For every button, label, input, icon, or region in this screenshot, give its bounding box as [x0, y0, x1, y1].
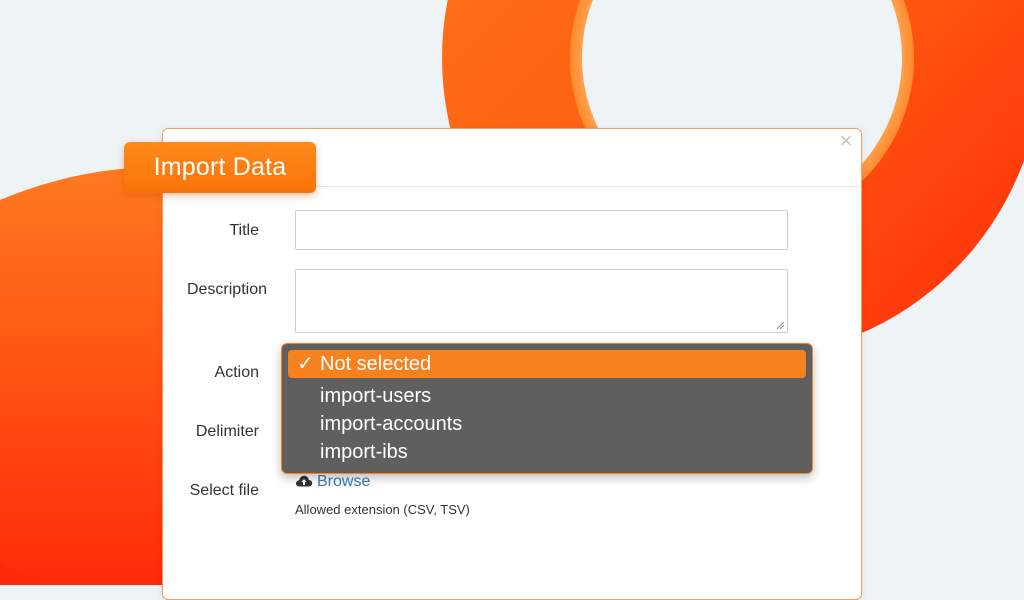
dropdown-option-import-accounts[interactable]: import-accounts — [288, 410, 806, 438]
option-label: Not selected — [320, 353, 432, 375]
title-label: Title — [229, 222, 259, 239]
description-textarea[interactable] — [295, 269, 788, 333]
allowed-extension-text: Allowed extension (CSV, TSV) — [295, 502, 470, 517]
option-label: import-accounts — [320, 413, 463, 435]
title-input[interactable] — [295, 210, 788, 250]
browse-button[interactable]: Browse — [295, 472, 370, 492]
action-dropdown-menu[interactable]: ✓ Not selected import-users import-accou… — [281, 343, 813, 474]
dropdown-option-import-ibs[interactable]: import-ibs — [288, 438, 806, 466]
dropdown-option-import-users[interactable]: import-users — [288, 382, 806, 410]
option-label: import-ibs — [320, 441, 408, 463]
dialog-title: Import Data — [124, 142, 316, 193]
close-icon[interactable]: × — [837, 130, 855, 152]
action-label: Action — [214, 364, 259, 381]
option-label: import-users — [320, 385, 432, 407]
dropdown-option-not-selected[interactable]: ✓ Not selected — [288, 350, 806, 378]
delimiter-label: Delimiter — [195, 423, 259, 440]
resize-handle-icon[interactable] — [776, 321, 785, 330]
select-file-label: Select file — [189, 482, 259, 499]
browse-label: Browse — [317, 473, 371, 490]
cloud-upload-icon — [295, 475, 313, 487]
description-label: Description — [186, 281, 267, 298]
check-icon: ✓ — [297, 353, 314, 375]
